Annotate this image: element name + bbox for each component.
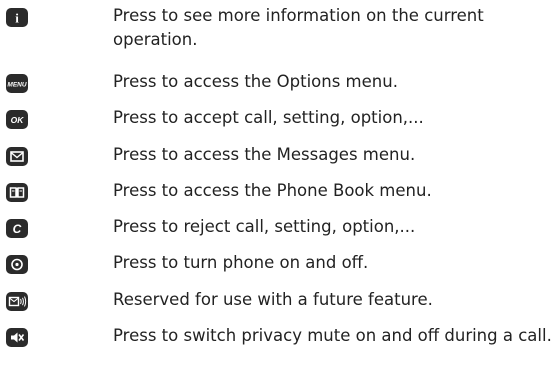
key-description: Press to accept call, setting, option,..… <box>113 108 424 127</box>
envelope-key-icon <box>6 147 28 166</box>
key-description: Press to access the Messages menu. <box>113 145 416 164</box>
menu-key-icon: MENU <box>6 74 28 93</box>
power-key-icon <box>6 255 28 274</box>
key-description: Press to see more information on the cur… <box>113 6 484 49</box>
svg-text:OK: OK <box>11 115 25 125</box>
key-description: Press to access the Options menu. <box>113 72 398 91</box>
key-description: Press to turn phone on and off. <box>113 253 369 272</box>
voice-message-key-icon <box>6 292 28 311</box>
key-description: Reserved for use with a future feature. <box>113 290 433 309</box>
svg-text:MENU: MENU <box>7 82 26 89</box>
svg-text:C: C <box>13 222 22 236</box>
ok-key-icon: OK <box>6 110 28 129</box>
mute-key-icon <box>6 328 28 347</box>
key-description: Press to reject call, setting, option,..… <box>113 217 416 236</box>
svg-text:i: i <box>15 11 19 26</box>
phonebook-key-icon <box>6 183 28 202</box>
info-key-icon: i <box>6 8 28 27</box>
key-description: Press to switch privacy mute on and off … <box>113 326 552 345</box>
key-description: Press to access the Phone Book menu. <box>113 181 432 200</box>
clear-key-icon: C <box>6 219 28 238</box>
